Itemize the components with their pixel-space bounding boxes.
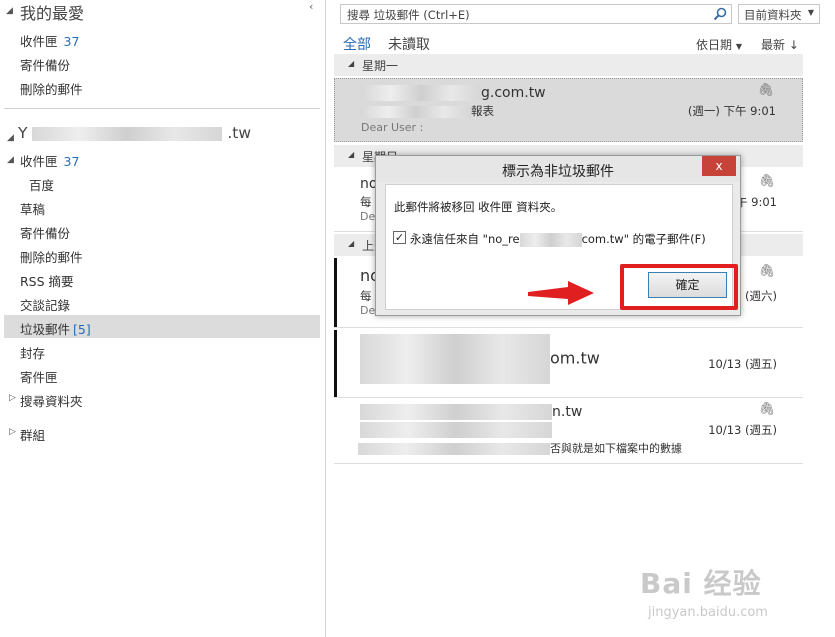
paperclip-icon: 🖇	[757, 83, 774, 98]
redacted-blur	[361, 85, 481, 101]
fav-item-deleted[interactable]: 刪除的郵件	[20, 79, 83, 98]
sidebar-item-search-folders[interactable]: 搜尋資料夾	[20, 391, 83, 410]
expand-triangle-icon[interactable]: ◢	[6, 6, 13, 16]
sidebar-item-sent[interactable]: 寄件備份	[20, 223, 70, 242]
redacted-blur	[358, 443, 550, 455]
sidebar-item-outbox[interactable]: 寄件匣	[20, 367, 58, 386]
sidebar-item-groups[interactable]: 群組	[20, 425, 45, 444]
expand-triangle-icon: ◢	[348, 150, 355, 159]
highlight-box	[620, 264, 738, 310]
fav-item-inbox[interactable]: 收件匣 37	[20, 31, 79, 50]
collapse-pane-icon[interactable]: ‹	[309, 0, 313, 13]
sidebar-item-junk[interactable]: 垃圾郵件 [5]	[20, 319, 91, 338]
search-scope-select[interactable]: 目前資料夾 ▼	[738, 4, 820, 24]
baidu-watermark: Bai 经验	[640, 567, 762, 600]
unread-indicator	[334, 258, 337, 327]
redacted-blur	[360, 334, 550, 384]
paperclip-icon: 🖇	[758, 402, 775, 417]
close-icon[interactable]: x	[702, 156, 736, 176]
redacted-blur	[361, 105, 471, 118]
search-icon[interactable]	[712, 6, 728, 22]
folder-pane: ◢ 我的最愛 ‹ 收件匣 37 寄件備份 刪除的郵件 Y .tw ◢ ◢ 收件匣 3…	[0, 0, 326, 637]
sidebar-item-conversation-history[interactable]: 交談記錄	[20, 295, 70, 314]
trust-sender-label[interactable]: 永遠信任來自 "no_re com.tw" 的電子郵件(F)	[410, 231, 706, 247]
expand-triangle-icon[interactable]: ▷	[9, 427, 16, 437]
message-item[interactable]: n.tw 否與就是如下檔案中的數據 10/13 (週五) 🖇	[334, 400, 803, 464]
sidebar-item-baidu[interactable]: 百度	[29, 175, 54, 194]
sidebar-item-rss[interactable]: RSS 摘要	[20, 271, 74, 290]
chevron-down-icon: ▼	[735, 42, 742, 51]
account-name[interactable]: Y .tw	[18, 124, 251, 142]
expand-triangle-icon[interactable]: ◢	[7, 133, 14, 143]
sort-by-date[interactable]: 依日期 ▼	[696, 36, 742, 53]
search-input[interactable]: 搜尋 垃圾郵件 (Ctrl+E)	[340, 4, 732, 24]
unread-indicator	[334, 330, 337, 397]
dialog-title: 標示為非垃圾郵件	[376, 156, 740, 182]
redacted-blur	[519, 232, 582, 247]
sidebar-item-archive[interactable]: 封存	[20, 343, 45, 362]
arrow-right-icon	[528, 281, 594, 305]
expand-triangle-icon: ◢	[348, 59, 355, 68]
message-item[interactable]: om.tw 10/13 (週五)	[334, 330, 803, 398]
paperclip-icon: 🖇	[758, 264, 775, 279]
group-header-monday[interactable]: ◢ 星期一	[334, 54, 803, 76]
redacted-blur	[360, 422, 552, 438]
expand-triangle-icon[interactable]: ▷	[9, 393, 16, 403]
pane-divider	[4, 108, 320, 109]
redacted-blur	[360, 404, 552, 420]
filter-all[interactable]: 全部	[343, 34, 371, 54]
sidebar-item-inbox[interactable]: 收件匣 37	[20, 151, 79, 170]
sidebar-item-deleted[interactable]: 刪除的郵件	[20, 247, 83, 266]
favorites-header[interactable]: 我的最愛	[20, 0, 84, 24]
expand-triangle-icon: ◢	[348, 239, 355, 248]
chevron-down-icon: ▼	[807, 8, 814, 17]
watermark-url: jingyan.baidu.com	[648, 605, 768, 620]
expand-triangle-icon[interactable]: ◢	[7, 155, 14, 165]
trust-sender-checkbox[interactable]: ✓	[393, 231, 406, 244]
message-item[interactable]: g.com.tw 報表 Dear User : (週一) 下午 9:01 🖇	[334, 78, 803, 142]
redacted-blur	[32, 126, 223, 141]
fav-item-sent[interactable]: 寄件備份	[20, 55, 70, 74]
paperclip-icon: 🖇	[758, 174, 775, 189]
sidebar-item-drafts[interactable]: 草稿	[20, 199, 45, 218]
filter-unread[interactable]: 未讀取	[388, 34, 430, 54]
sort-order[interactable]: 最新 ↓	[761, 36, 799, 53]
dialog-message: 此郵件將被移回 收件匣 資料夾。	[394, 200, 563, 214]
